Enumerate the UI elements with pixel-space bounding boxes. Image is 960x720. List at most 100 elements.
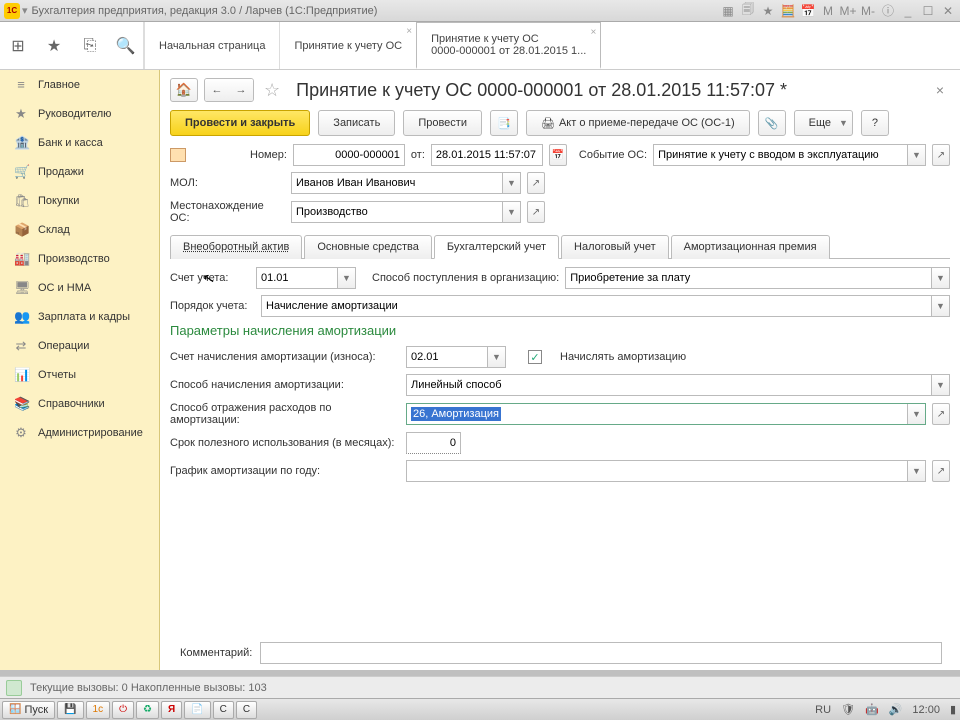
print-icon: 🖨 <box>541 117 555 130</box>
attach-button[interactable]: 📎 <box>758 110 786 136</box>
date-field[interactable]: 28.01.2015 11:57:07 <box>431 144 543 166</box>
tab-tax[interactable]: Налоговый учет <box>561 235 669 259</box>
titlebar-m-icon[interactable]: M+ <box>840 3 856 19</box>
close-document-button[interactable]: × <box>930 82 950 98</box>
help-button[interactable]: ? <box>861 110 889 136</box>
document-title: Принятие к учету ОС 0000-000001 от 28.01… <box>296 80 924 101</box>
calendar-button[interactable]: 📅 <box>549 144 567 166</box>
sidebar-item-label: Отчеты <box>38 369 76 381</box>
sidebar-item-warehouse[interactable]: 📦Склад <box>0 215 159 244</box>
receipt-select[interactable]: Приобретение за плату▼ <box>565 267 950 289</box>
tab-noncurrent-asset[interactable]: Внеоборотный актив <box>170 235 302 259</box>
minimize-icon[interactable]: _ <box>900 3 916 19</box>
windows-taskbar: 🪟 Пуск 💾 1c ⏻ ♻ Я 📄 C C RU 🛡 🤖 🔊 12:00 ▮ <box>0 698 960 720</box>
dep-acc-select[interactable]: 02.01▼ <box>406 346 506 368</box>
dep-method-select[interactable]: Линейный способ▼ <box>406 374 950 396</box>
taskbar-app[interactable]: 📄 <box>184 701 210 719</box>
charge-checkbox[interactable]: ✓ <box>528 350 542 364</box>
history-icon[interactable]: ⎘ <box>72 22 108 69</box>
titlebar-icon[interactable]: 🗐 <box>740 3 756 19</box>
info-icon[interactable]: ⓘ <box>880 3 896 19</box>
from-label: от: <box>411 149 425 161</box>
act-button[interactable]: 🖨Акт о приеме-передаче ОС (ОС-1) <box>526 110 750 136</box>
titlebar-icon[interactable]: ▦ <box>720 3 736 19</box>
taskbar-app[interactable]: ⏻ <box>112 701 134 719</box>
tray-icon[interactable]: 🤖 <box>863 703 881 716</box>
titlebar-icon[interactable]: 🧮 <box>780 3 796 19</box>
sidebar-item-label: Администрирование <box>38 427 143 439</box>
sidebar-item-admin[interactable]: ⚙Администрирование <box>0 418 159 447</box>
favorites-icon[interactable]: ★ <box>36 22 72 69</box>
dep-expense-select[interactable]: 26, Амортизация▼ <box>406 403 926 425</box>
dt-kt-button[interactable]: 📑 <box>490 110 518 136</box>
favorite-icon[interactable]: ★ <box>760 3 776 19</box>
tab-home[interactable]: Начальная страница <box>144 22 279 69</box>
taskbar-app[interactable]: C <box>236 701 257 719</box>
sidebar-item-sales[interactable]: 🛒Продажи <box>0 157 159 186</box>
number-field[interactable]: 0000-000001 <box>293 144 405 166</box>
location-select[interactable]: Производство▼ <box>291 201 521 223</box>
life-field[interactable]: 0 <box>406 432 461 454</box>
taskbar-app[interactable]: C <box>213 701 234 719</box>
chart-icon: 📊 <box>14 367 28 383</box>
sidebar-item-reports[interactable]: 📊 Отчеты <box>0 360 159 389</box>
account-select[interactable]: 01.01▼ <box>256 267 356 289</box>
box-icon: 📦 <box>14 222 28 238</box>
forward-button[interactable]: → <box>229 79 253 101</box>
sidebar-item-manager[interactable]: ★Руководителю <box>0 99 159 128</box>
menu-icon: ≡ <box>14 77 28 92</box>
tab-bonus[interactable]: Амортизационная премия <box>671 235 830 259</box>
apps-grid-icon[interactable]: ⊞ <box>0 22 36 69</box>
tray-icon[interactable]: 🛡 <box>839 703 857 716</box>
open-button[interactable]: ↗ <box>527 201 545 223</box>
receipt-label: Способ поступления в организацию: <box>372 272 559 284</box>
more-button[interactable]: Еще▼ <box>794 110 853 136</box>
open-button[interactable]: ↗ <box>932 144 950 166</box>
show-desktop[interactable]: ▮ <box>948 703 958 716</box>
comment-field[interactable] <box>260 642 942 664</box>
sidebar-item-operations[interactable]: ⇄Операции <box>0 331 159 360</box>
write-button[interactable]: Записать <box>318 110 395 136</box>
sidebar-item-bank[interactable]: 🏦Банк и касса <box>0 128 159 157</box>
cart-icon: 🛒 <box>14 164 28 180</box>
tab-accounting[interactable]: Бухгалтерский учет <box>434 235 559 259</box>
tab-close-icon[interactable]: × <box>591 27 597 38</box>
sidebar-item-assets[interactable]: 🖥ОС и НМА <box>0 273 159 302</box>
sidebar-item-references[interactable]: 📚Справочники <box>0 389 159 418</box>
sidebar-item-main[interactable]: ≡Главное <box>0 70 159 99</box>
star-outline-icon[interactable]: ☆ <box>264 80 280 101</box>
schedule-select[interactable]: ▼ <box>406 460 926 482</box>
search-icon[interactable]: 🔍 <box>108 22 144 69</box>
order-select[interactable]: Начисление амортизации▼ <box>261 295 950 317</box>
taskbar-app[interactable]: ♻ <box>136 701 159 719</box>
close-icon[interactable]: ✕ <box>940 3 956 19</box>
taskbar-app[interactable]: 💾 <box>57 701 83 719</box>
titlebar-m-icon[interactable]: M <box>820 3 836 19</box>
open-button[interactable]: ↗ <box>527 172 545 194</box>
sidebar-item-purchases[interactable]: 🛍Покупки <box>0 186 159 215</box>
tray-icon[interactable]: 🔊 <box>887 703 905 716</box>
back-button[interactable]: ← <box>205 79 229 101</box>
tab-os-list[interactable]: Принятие к учету ОС × <box>279 22 416 69</box>
tab-os-doc[interactable]: Принятие к учету ОС 0000-000001 от 28.01… <box>416 22 601 69</box>
taskbar-app[interactable]: Я <box>161 701 182 719</box>
tray-lang[interactable]: RU <box>813 704 833 716</box>
post-button[interactable]: Провести <box>403 110 482 136</box>
tab-fixed-assets[interactable]: Основные средства <box>304 235 432 259</box>
taskbar-app[interactable]: 1c <box>86 701 111 719</box>
event-select[interactable]: Принятие к учету с вводом в эксплуатацию… <box>653 144 926 166</box>
sidebar-item-production[interactable]: 🏭Производство <box>0 244 159 273</box>
home-button[interactable]: 🏠 <box>170 78 198 102</box>
tab-close-icon[interactable]: × <box>406 26 412 37</box>
sidebar-item-salary[interactable]: 👥Зарплата и кадры <box>0 302 159 331</box>
maximize-icon[interactable]: ☐ <box>920 3 936 19</box>
titlebar-m-icon[interactable]: M- <box>860 3 876 19</box>
mol-select[interactable]: Иванов Иван Иванович▼ <box>291 172 521 194</box>
post-and-close-button[interactable]: Провести и закрыть <box>170 110 310 136</box>
open-button[interactable]: ↗ <box>932 460 950 482</box>
start-button[interactable]: 🪟 Пуск <box>2 701 55 719</box>
sidebar-item-label: Руководителю <box>38 108 111 120</box>
tray-clock[interactable]: 12:00 <box>910 704 942 716</box>
titlebar-icon[interactable]: 📅 <box>800 3 816 19</box>
open-button[interactable]: ↗ <box>932 403 950 425</box>
